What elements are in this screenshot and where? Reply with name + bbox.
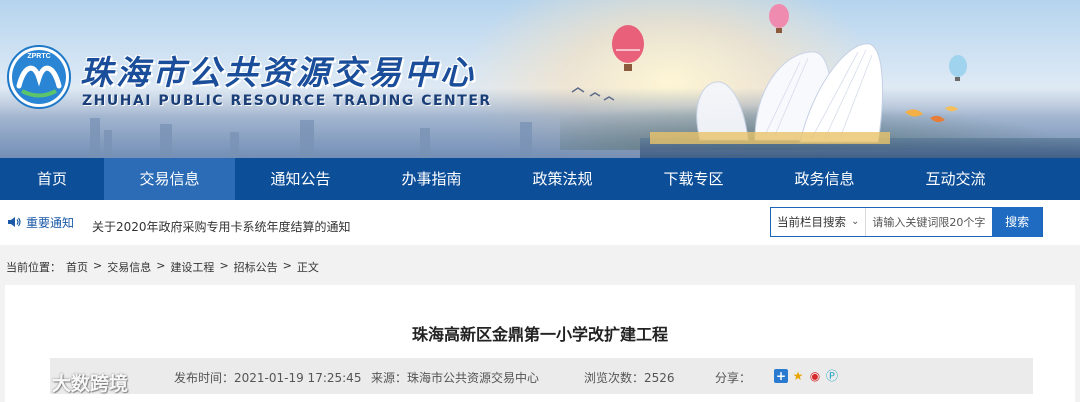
add-share-icon[interactable]: + (774, 369, 788, 383)
search-bar: 当前栏目搜索 ⌄ 搜索 (770, 207, 1043, 237)
breadcrumb-trade-info[interactable]: 交易信息 (107, 259, 151, 275)
search-input[interactable] (866, 208, 993, 236)
search-button[interactable]: 搜索 (992, 207, 1042, 237)
speaker-icon (8, 217, 21, 227)
breadcrumb-current: 正文 (296, 261, 319, 274)
pinterest-share-icon[interactable]: Ⓟ (825, 369, 839, 383)
breadcrumb-separator: > (93, 259, 103, 272)
site-title-en: ZHUHAI PUBLIC RESOURCE TRADING CENTER (82, 93, 492, 109)
breadcrumb-tender-notice[interactable]: 招标公告 (234, 259, 278, 275)
nav-item-home[interactable]: 首页 (0, 158, 104, 200)
notice-label: 重要通知 (26, 216, 75, 230)
site-title-cn: 珠海市公共资源交易中心 (80, 53, 476, 92)
watermark: 大数跨境 (4, 369, 128, 396)
article-meta: 发布时间：2021-01-19 17:25:45 来源：珠海市公共资源交易中心 … (50, 358, 1033, 394)
zprtc-logo: ZPRTC (7, 45, 71, 109)
nav-item-downloads[interactable]: 下载专区 (628, 158, 759, 200)
share-label: 分享： (715, 371, 752, 385)
breadcrumb-separator: > (282, 259, 292, 272)
article-panel: 珠海高新区金鼎第一小学改扩建工程 发布时间：2021-01-19 17:25:4… (5, 285, 1075, 402)
share-icons: + ★ ◉ Ⓟ (774, 369, 839, 383)
notice-link[interactable]: 关于2020年政府采购专用卡系统年度结算的通知 (92, 218, 351, 235)
breadcrumb-separator: > (156, 259, 166, 272)
watermark-logo-icon (4, 374, 48, 391)
weibo-share-icon[interactable]: ◉ (808, 369, 822, 383)
breadcrumb-separator: > (219, 259, 229, 272)
nav-item-policy[interactable]: 政策法规 (497, 158, 628, 200)
header-banner: ZPRTC 珠海市公共资源交易中心 ZHUHAI PUBLIC RESOURCE… (0, 0, 1080, 158)
svg-text:ZPRTC: ZPRTC (27, 53, 50, 60)
nav-item-interaction[interactable]: 互动交流 (890, 158, 1021, 200)
search-scope-label: 当前栏目搜索 (777, 215, 846, 229)
main-nav: 首页 交易信息 通知公告 办事指南 政策法规 下载专区 政务信息 互动交流 (0, 158, 1080, 200)
nav-item-guide[interactable]: 办事指南 (366, 158, 497, 200)
nav-item-gov-info[interactable]: 政务信息 (759, 158, 890, 200)
search-scope-select[interactable]: 当前栏目搜索 ⌄ (771, 208, 867, 236)
qzone-share-icon[interactable]: ★ (791, 369, 805, 383)
nav-item-trade-info[interactable]: 交易信息 (104, 158, 235, 200)
publish-time: 发布时间：2021-01-19 17:25:45 (174, 371, 362, 385)
chevron-down-icon: ⌄ (850, 216, 860, 227)
breadcrumb: 当前位置： 首页 > 交易信息 > 建设工程 > 招标公告 > 正文 (6, 259, 319, 275)
nav-item-notices[interactable]: 通知公告 (235, 158, 366, 200)
view-count: 浏览次数：2526 (584, 371, 675, 385)
breadcrumb-home[interactable]: 首页 (66, 259, 88, 275)
article-source: 来源：珠海市公共资源交易中心 (371, 371, 540, 385)
article-title: 珠海高新区金鼎第一小学改扩建工程 (411, 325, 668, 344)
watermark-text: 大数跨境 (52, 373, 129, 395)
breadcrumb-construction[interactable]: 建设工程 (170, 259, 214, 275)
breadcrumb-prefix: 当前位置： (6, 261, 61, 274)
